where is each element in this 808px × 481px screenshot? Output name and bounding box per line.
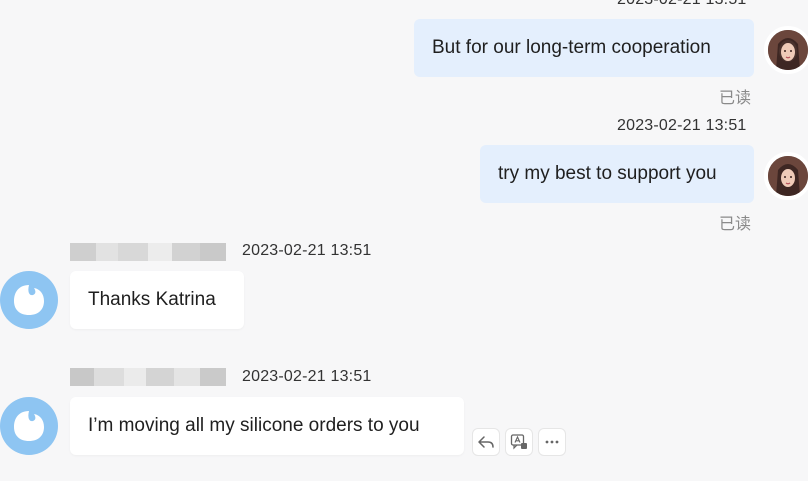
translate-icon [510,434,527,450]
incoming-message-bubble[interactable]: I’m moving all my silicone orders to you [70,397,464,455]
outgoing-message-bubble[interactable]: try my best to support you [480,145,754,203]
more-icon [545,440,559,444]
message-timestamp: 2023-02-21 13:51 [242,368,372,385]
more-options-button[interactable] [538,428,566,456]
user-photo-icon [768,30,808,70]
message-text: I’m moving all my silicone orders to you [88,415,420,436]
reply-button[interactable] [472,428,500,456]
message-timestamp: 2023-02-21 13:51 [617,0,747,9]
sender-name-blurred [70,242,226,262]
message-timestamp: 2023-02-21 13:51 [242,242,372,259]
contact-logo-icon [14,285,44,315]
outgoing-message-bubble[interactable]: But for our long-term cooperation [414,19,754,77]
message-text: But for our long-term cooperation [432,37,711,58]
contact-logo-icon [14,411,44,441]
my-avatar[interactable] [764,152,808,200]
sender-name-blurred [70,367,226,387]
translate-button[interactable] [505,428,533,456]
user-photo-icon [768,156,808,196]
read-status: 已读 [719,90,752,107]
read-status: 已读 [719,216,752,233]
contact-avatar[interactable] [0,397,58,455]
message-text: Thanks Katrina [88,289,216,310]
reply-icon [478,436,494,448]
message-timestamp: 2023-02-21 13:51 [617,117,747,134]
message-text: try my best to support you [498,163,717,184]
chat-message-list[interactable]: 2023-02-21 13:51 But for our long-term c… [0,0,808,481]
my-avatar[interactable] [764,26,808,74]
contact-avatar[interactable] [0,271,58,329]
incoming-message-bubble[interactable]: Thanks Katrina [70,271,244,329]
